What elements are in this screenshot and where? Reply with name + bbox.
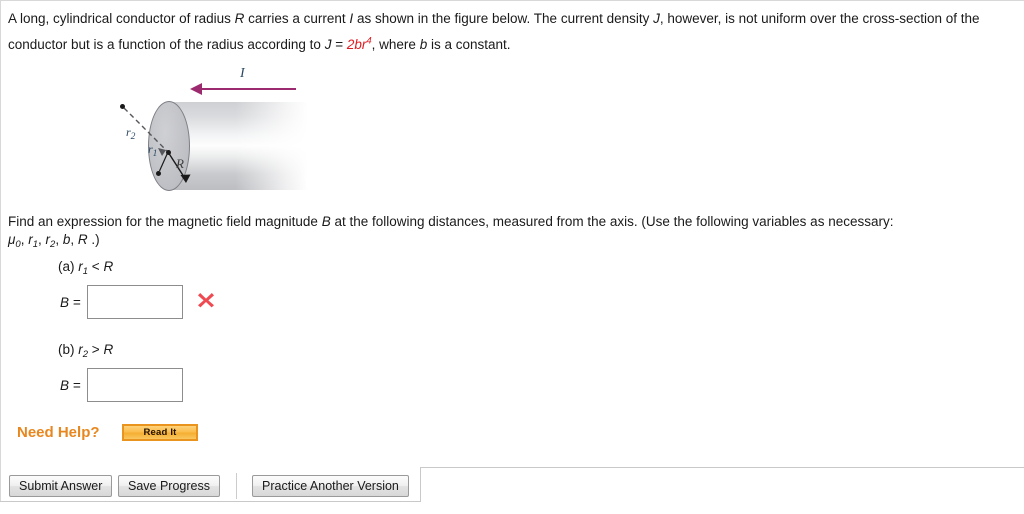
button-separator <box>236 473 237 499</box>
problem-statement: A long, cylindrical conductor of radius … <box>8 6 1008 58</box>
label-R: R <box>176 156 184 171</box>
statement-text-6: is a constant. <box>427 37 511 52</box>
part-b-var-sub: 2 <box>82 349 89 360</box>
prompt-var-B: B <box>321 214 331 229</box>
variable-trailing: .) <box>87 232 100 247</box>
part-a-prefix: (a) <box>58 259 79 274</box>
panel-tab-riser-rule <box>420 467 421 502</box>
equation-equals: = <box>331 37 347 52</box>
variable-sep-4: , <box>70 232 78 247</box>
answer-b-prefix: B = <box>60 377 81 393</box>
variable-R: R <box>77 232 88 247</box>
practice-another-version-button[interactable]: Practice Another Version <box>252 475 409 497</box>
part-a-bound: R <box>103 259 114 274</box>
statement-text-3: as shown in the figure below. The curren… <box>353 11 654 26</box>
answer-row-b: B = <box>60 368 183 402</box>
statement-var-radius: R <box>234 11 245 26</box>
R-arrow-head <box>180 174 191 183</box>
statement-text-1: A long, cylindrical conductor of radius <box>8 11 235 26</box>
label-r2-base: r <box>126 125 131 139</box>
internal-point-dot <box>156 171 161 176</box>
statement-var-current-density: J <box>653 11 660 26</box>
x-mark-icon <box>198 293 214 308</box>
label-r2-sub: 2 <box>130 132 136 142</box>
part-a-relation: < <box>88 259 104 274</box>
variable-r1-sub: 1 <box>32 239 39 250</box>
r2-arrow-head <box>158 148 166 156</box>
question-prompt: Find an expression for the magnetic fiel… <box>8 210 1008 234</box>
variable-sep-2: , <box>38 232 46 247</box>
panel-tab-top-rule <box>420 467 1024 468</box>
label-r1-sub: 1 <box>152 149 158 159</box>
answer-a-prefix: B = <box>60 294 81 310</box>
read-it-button[interactable]: Read It <box>122 424 198 441</box>
conductor-figure: I r2 r1 R <box>108 66 408 201</box>
part-b-relation: > <box>88 342 104 357</box>
answer-input-a[interactable] <box>86 285 183 319</box>
panel-bottom-rule <box>0 501 420 502</box>
variable-sep-3: , <box>55 232 63 247</box>
part-b-condition: (b) r2 > R <box>58 342 114 360</box>
submit-answer-button[interactable]: Submit Answer <box>9 475 113 497</box>
label-r2: r2 <box>126 125 136 142</box>
label-r1: r1 <box>148 142 158 159</box>
variable-mu-sub: 0 <box>15 239 21 250</box>
panel-top-rule <box>0 0 1024 1</box>
axis-center-dot <box>166 150 171 155</box>
need-help-label: Need Help? <box>17 424 100 441</box>
external-point-dot <box>120 104 125 109</box>
answer-row-a: B = <box>60 285 183 319</box>
equation-rhs-base: 2br <box>346 37 367 52</box>
panel-left-rule <box>0 0 1 502</box>
part-b-bound: R <box>103 342 114 357</box>
prompt-text-1: Find an expression for the magnetic fiel… <box>8 214 322 229</box>
part-b-prefix: (b) <box>58 342 79 357</box>
save-progress-button[interactable]: Save Progress <box>118 475 220 497</box>
statement-text-2: carries a current <box>244 11 350 26</box>
part-a-var-sub: 1 <box>82 266 89 277</box>
variable-r2-sub: 2 <box>50 239 56 250</box>
prompt-text-2: at the following distances, measured fro… <box>330 214 894 229</box>
answer-input-b[interactable] <box>86 368 183 402</box>
variable-list: μ0, r1, r2, b, R .) <box>8 232 100 250</box>
statement-text-5: , where <box>371 37 420 52</box>
part-a-condition: (a) r1 < R <box>58 259 114 277</box>
label-r1-base: r <box>148 142 153 156</box>
figure-annotations <box>123 107 191 183</box>
